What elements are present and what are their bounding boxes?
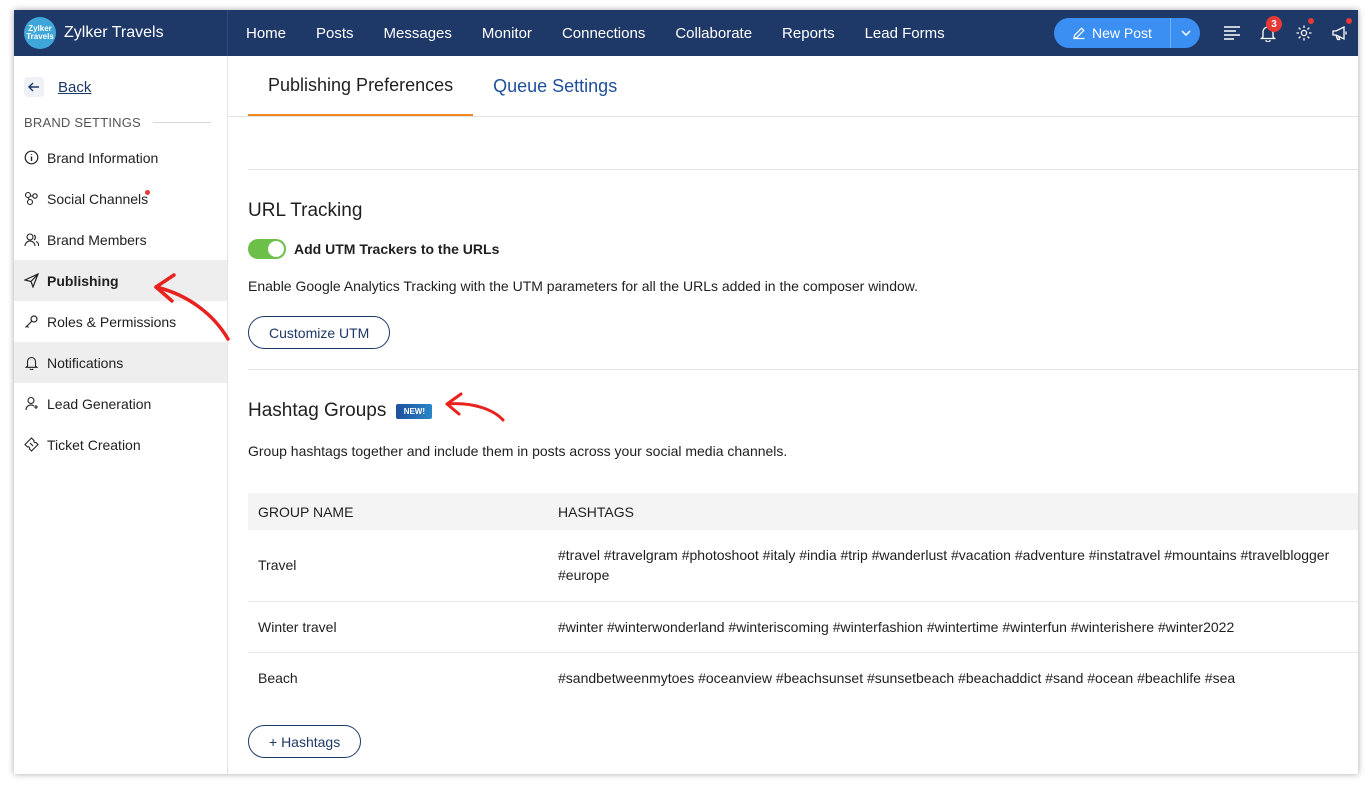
sidebar-item-label: Ticket Creation (47, 436, 141, 453)
nav-posts[interactable]: Posts (316, 25, 354, 42)
hashtag-groups-section: Hashtag Groups NEW! Group hashtags toget… (248, 400, 1358, 758)
utm-toggle-label: Add UTM Trackers to the URLs (294, 241, 500, 257)
settings-sidebar: Back BRAND SETTINGS Brand Information So… (14, 56, 228, 774)
hashtags-cell: #sandbetweenmytoes #oceanview #beachsuns… (558, 669, 1236, 686)
toolbar-right: New Post 3 (1054, 10, 1358, 56)
group-name-cell: Travel (248, 530, 548, 602)
annotation-arrow-publishing (154, 273, 230, 341)
ticket-icon (24, 437, 39, 452)
brand-switcher[interactable]: Zylker Travels Zylker Travels (14, 10, 228, 56)
group-name-cell: Winter travel (248, 601, 548, 653)
annotation-arrow-hashtag-groups (445, 392, 505, 422)
chevron-down-icon (1180, 30, 1191, 36)
announcements-button[interactable] (1322, 10, 1358, 56)
list-menu-icon (1224, 26, 1240, 40)
new-post-dropdown[interactable] (1170, 18, 1200, 48)
settings-alert-dot (1308, 18, 1314, 24)
brand-logo: Zylker Travels (24, 17, 56, 49)
nav-home[interactable]: Home (246, 25, 286, 42)
sidebar-item-label: Publishing (47, 272, 119, 289)
column-header-group-name: GROUP NAME (248, 493, 548, 530)
url-tracking-title: URL Tracking (248, 200, 363, 221)
bell-icon (24, 356, 39, 370)
tab-publishing-preferences[interactable]: Publishing Preferences (248, 56, 474, 116)
section-divider (248, 369, 1358, 370)
tabs-divider (228, 116, 1358, 117)
new-badge: NEW! (396, 403, 433, 419)
nav-connections[interactable]: Connections (562, 25, 645, 42)
lead-icon (25, 396, 38, 411)
hashtags-cell: #travel #travelgram #photoshoot #italy #… (548, 530, 1358, 602)
sidebar-item-ticket-creation[interactable]: Ticket Creation (14, 424, 227, 465)
gear-icon (1296, 25, 1312, 41)
send-icon (24, 273, 39, 288)
unread-dot (145, 190, 150, 195)
pencil-icon (1073, 27, 1085, 40)
hashtag-groups-table: GROUP NAME HASHTAGS Travel #travel #trav… (248, 493, 1358, 703)
notification-count-badge: 3 (1266, 16, 1282, 32)
hashtag-groups-description: Group hashtags together and include them… (248, 443, 788, 459)
back-label[interactable]: Back (58, 79, 91, 96)
table-row[interactable]: Travel #travel #travelgram #photoshoot #… (248, 530, 1358, 602)
url-tracking-description: Enable Google Analytics Tracking with th… (248, 278, 918, 294)
notifications-button[interactable]: 3 (1250, 10, 1286, 56)
back-link[interactable]: Back (14, 72, 227, 102)
table-row[interactable]: Winter travel #winter #winterwonderland … (248, 601, 1358, 653)
sidebar-item-label: Brand Members (47, 231, 147, 248)
menu-button[interactable] (1214, 10, 1250, 56)
settings-button[interactable] (1286, 10, 1322, 56)
back-arrow-button[interactable] (24, 77, 44, 97)
top-navigation-bar: Zylker Travels Zylker Travels Home Posts … (14, 10, 1358, 56)
nav-lead-forms[interactable]: Lead Forms (865, 25, 945, 42)
section-divider (248, 169, 1358, 170)
table-header-row: GROUP NAME HASHTAGS (248, 493, 1358, 530)
members-icon (24, 233, 39, 247)
announcement-alert-dot (1346, 18, 1352, 24)
section-divider (152, 121, 211, 123)
nav-messages[interactable]: Messages (384, 25, 452, 42)
sidebar-item-lead-generation[interactable]: Lead Generation (14, 383, 227, 424)
settings-tabs: Publishing Preferences Queue Settings (248, 56, 1358, 116)
customize-utm-button[interactable]: Customize UTM (248, 316, 391, 349)
toggle-knob (268, 241, 284, 257)
megaphone-icon (1332, 25, 1347, 41)
section-title-text: BRAND SETTINGS (24, 114, 141, 130)
nav-monitor[interactable]: Monitor (482, 25, 532, 42)
utm-toggle[interactable] (248, 239, 286, 259)
hashtag-groups-title: Hashtag Groups (248, 400, 387, 421)
main-nav: Home Posts Messages Monitor Connections … (246, 25, 975, 42)
sidebar-item-label: Social Channels (47, 190, 149, 207)
column-header-hashtags: HASHTAGS (548, 493, 1358, 530)
hashtags-cell: #winter #winterwonderland #winteriscomin… (548, 601, 1358, 653)
sidebar-item-label: Lead Generation (47, 395, 152, 412)
nav-reports[interactable]: Reports (782, 25, 835, 42)
new-post-label: New Post (1092, 25, 1152, 41)
nav-collaborate[interactable]: Collaborate (675, 25, 752, 42)
arrow-left-icon (28, 82, 39, 92)
social-channels-icon (24, 191, 38, 206)
brand-name: Zylker Travels (64, 24, 164, 41)
tab-queue-settings[interactable]: Queue Settings (473, 56, 637, 116)
app-window: Zylker Travels Zylker Travels Home Posts … (14, 10, 1358, 774)
sidebar-item-brand-information[interactable]: Brand Information (14, 137, 227, 178)
brand-settings-section-title: BRAND SETTINGS (14, 112, 227, 132)
sidebar-item-social-channels[interactable]: Social Channels (14, 178, 227, 219)
new-post-button[interactable]: New Post (1054, 18, 1200, 48)
main-content: Publishing Preferences Queue Settings UR… (228, 56, 1358, 774)
sidebar-item-label: Notifications (47, 354, 124, 371)
group-name-cell: Beach (258, 669, 298, 686)
table-row[interactable]: Beach #sandbetweenmytoes #oceanview #bea… (248, 652, 1358, 703)
sidebar-item-label: Brand Information (47, 149, 159, 166)
add-hashtags-button[interactable]: + Hashtags (248, 725, 362, 758)
sidebar-item-notifications[interactable]: Notifications (14, 342, 227, 383)
sidebar-item-brand-members[interactable]: Brand Members (14, 219, 227, 260)
info-icon (24, 150, 39, 165)
key-icon (25, 315, 38, 328)
url-tracking-section: URL Tracking Add UTM Trackers to the URL… (248, 200, 1358, 349)
